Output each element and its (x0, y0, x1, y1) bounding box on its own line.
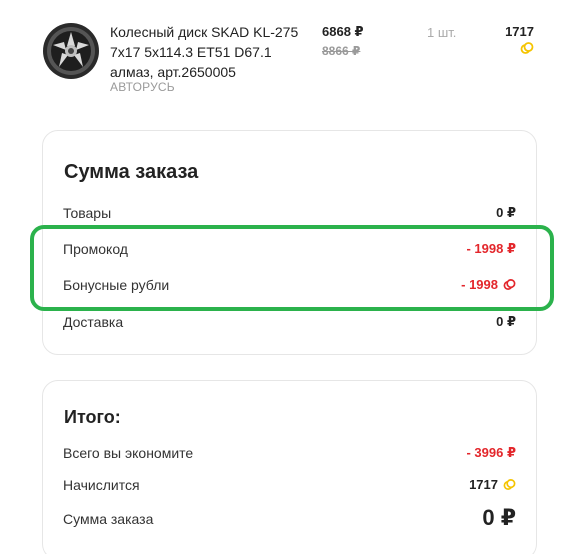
coin-icon (520, 42, 534, 54)
coin-icon (503, 479, 516, 490)
summary-row-delivery: Доставка 0 ₽ (63, 314, 516, 334)
row-label: Бонусные рубли (63, 277, 170, 293)
row-label: Промокод (63, 241, 128, 257)
total-title: Итого: (64, 407, 121, 427)
wheel-rim-image[interactable] (42, 22, 100, 80)
total-row-savings: Всего вы экономите - 3996 ₽ (63, 445, 516, 465)
order-summary-card: Сумма заказа Товары 0 ₽ Промокод - 1998 … (42, 130, 537, 355)
row-value: 0 ₽ (482, 505, 516, 530)
row-value: 1717 (469, 477, 516, 492)
price-current: 6868 ₽ (322, 24, 364, 39)
summary-row-bonus: Бонусные рубли - 1998 (63, 277, 516, 297)
summary-title: Сумма заказа (64, 161, 199, 183)
price-old: 8866 ₽ (322, 44, 361, 58)
seller-name: АВТОРУСЬ (110, 80, 175, 94)
row-value: 0 ₽ (496, 314, 516, 329)
row-label: Сумма заказа (63, 511, 154, 527)
bonus-points: 1717 (505, 24, 534, 39)
row-label: Доставка (63, 314, 124, 330)
row-label: Всего вы экономите (63, 445, 194, 461)
row-value: - 3996 ₽ (466, 445, 516, 460)
row-value: - 1998 (461, 277, 516, 292)
order-page: Колесный диск SKAD KL-275 7x17 5x114.3 E… (0, 0, 574, 554)
row-label: Начислится (63, 477, 140, 493)
cart-item: Колесный диск SKAD KL-275 7x17 5x114.3 E… (0, 0, 574, 110)
product-name[interactable]: Колесный диск SKAD KL-275 7x17 5x114.3 E… (110, 22, 300, 82)
row-value: 0 ₽ (496, 205, 516, 220)
summary-row-goods: Товары 0 ₽ (63, 205, 516, 225)
total-row-order-sum: Сумма заказа 0 ₽ (63, 505, 516, 531)
total-card: Итого: Всего вы экономите - 3996 ₽ Начис… (42, 380, 537, 554)
summary-row-promocode: Промокод - 1998 ₽ (63, 241, 516, 261)
quantity: 1 шт. (427, 25, 457, 40)
row-value: - 1998 ₽ (466, 241, 516, 256)
row-label: Товары (63, 205, 112, 221)
total-row-accrual: Начислится 1717 (63, 477, 516, 497)
coin-icon (503, 279, 516, 290)
